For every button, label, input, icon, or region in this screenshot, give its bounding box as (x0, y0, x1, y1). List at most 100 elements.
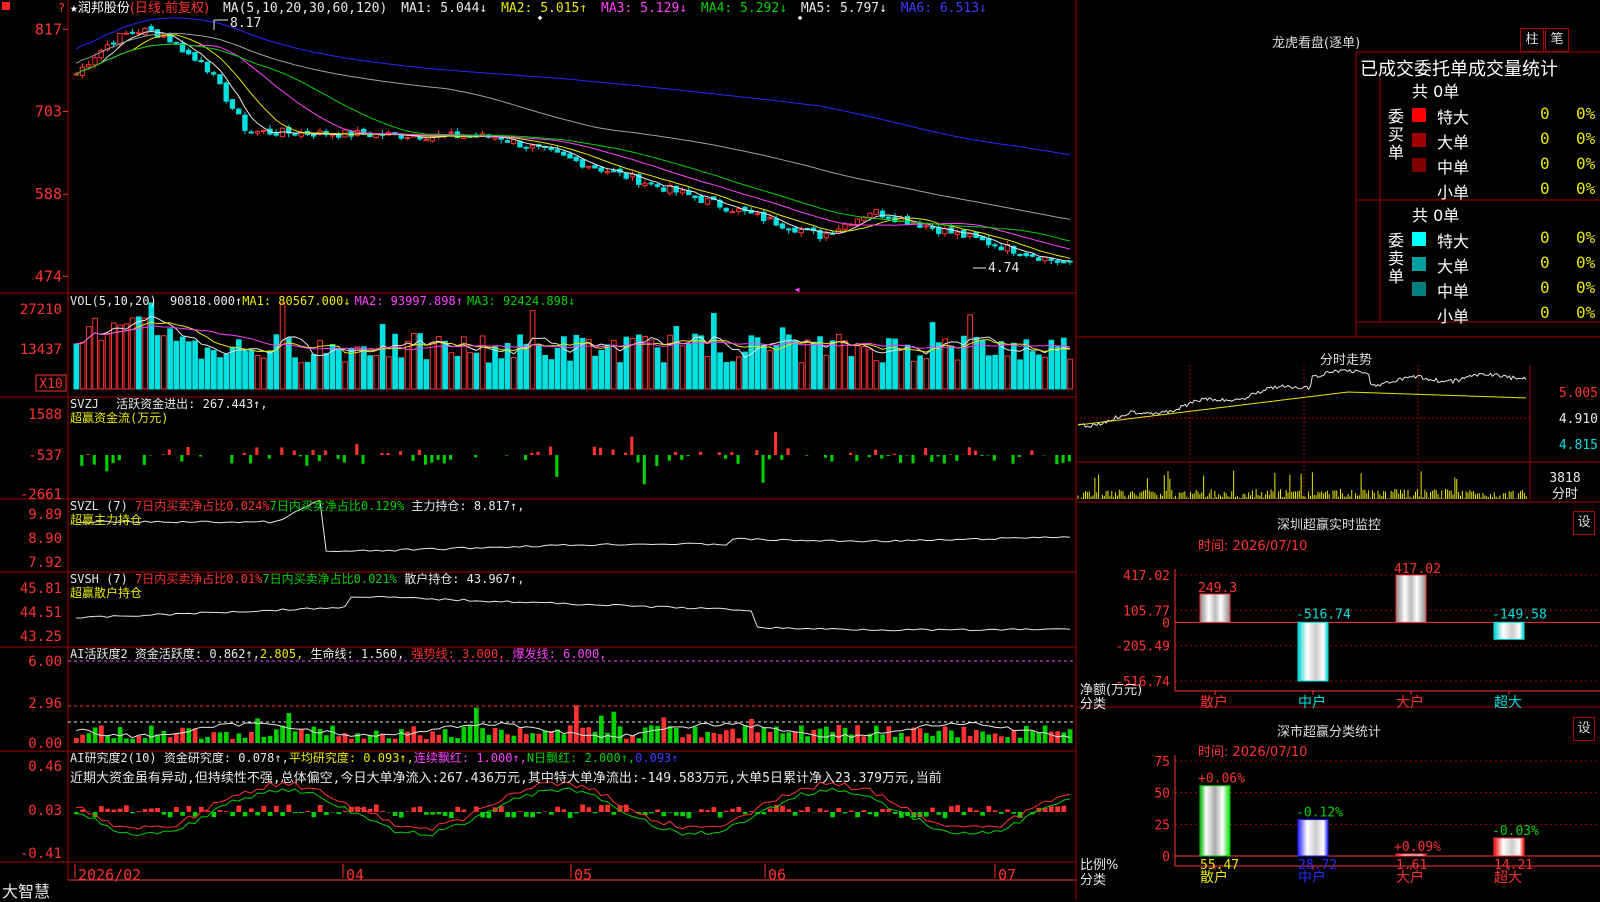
ai1-bar (968, 736, 973, 743)
svzj-bar (118, 455, 121, 460)
ai2-bar (343, 811, 348, 812)
fenshi-volume (1078, 471, 1526, 499)
ai2-bar (155, 808, 160, 812)
ai1-bar (293, 731, 298, 743)
ai2-bar (368, 809, 373, 812)
ai2-bar (512, 812, 517, 818)
ai1-bar (612, 712, 617, 743)
volume-bar (455, 356, 460, 389)
volume-bar (555, 348, 560, 389)
svzj-bar (680, 455, 683, 460)
ai1-bar (362, 739, 367, 743)
candle (405, 138, 409, 139)
ai1-bar (599, 716, 604, 743)
volume-bar (124, 324, 129, 389)
volume-bar (162, 336, 167, 389)
ai2-bar (105, 809, 110, 812)
vol-ytick-label: 13437 (20, 342, 62, 358)
volume-bar (874, 361, 879, 389)
stock-name[interactable]: 润邦股份 (78, 1, 130, 16)
svzj-bar (268, 455, 271, 459)
svzj-bars (80, 432, 1071, 484)
bar-category-label: 散户 (1200, 694, 1228, 711)
candle (724, 208, 728, 211)
volume-bar (287, 338, 292, 389)
svzj-bar (343, 455, 346, 463)
ai2-bar (162, 812, 167, 815)
svsh-ytick-label: 43.25 (20, 629, 62, 645)
candle (162, 36, 166, 37)
svzj-bar (412, 455, 415, 461)
ai1-bar (643, 727, 648, 743)
volume-bar (955, 360, 960, 389)
candle (924, 226, 928, 227)
ai1-bar (130, 739, 135, 743)
ai2-comment: 近期大资金虽有异动,但持续性不强,总体偏空,今日大单净流入:267.436万元,… (70, 771, 1075, 786)
volume-bar (524, 344, 529, 389)
sell-color-swatch (1412, 257, 1426, 271)
candle (705, 199, 709, 205)
volume-bar (618, 363, 623, 389)
ai1-label: AI活跃度2 (70, 647, 128, 661)
sz-class-title: 深市超赢分类统计 (1277, 721, 1381, 740)
kline-header: ★润邦股份(日线,前复权) MA(5,10,20,30,60,120) MA1:… (70, 1, 987, 16)
ai2-bar (587, 807, 592, 812)
volume-bar (230, 347, 235, 389)
candle (1043, 257, 1047, 261)
ai2-bar (262, 806, 267, 812)
ai1-bar (468, 725, 473, 743)
volume-bar (387, 357, 392, 389)
svzj-bar (474, 455, 477, 457)
ai2-bar (318, 805, 323, 812)
ma-params: MA(5,10,20,30,60,120) (223, 1, 387, 16)
svzl-t3: 主力持仓: 8.817↑, (411, 499, 524, 513)
ai2-bar (1005, 809, 1010, 812)
fenshi-title: 分时走势 (1320, 349, 1372, 368)
candles-group (74, 24, 1072, 265)
ai2-bar (843, 812, 848, 813)
svzj-bar (974, 451, 977, 455)
volume-bar (862, 347, 867, 389)
svzl-ytick-label: 9.89 (28, 507, 62, 523)
volume-bar (468, 353, 473, 389)
candle (462, 137, 466, 139)
candle (330, 135, 334, 136)
sz-monitor-settings-button[interactable]: 设 (1573, 511, 1595, 535)
volume-bar (449, 353, 454, 389)
ai2-bar (768, 809, 773, 812)
ai1-bar (180, 728, 185, 743)
ai1-bar (243, 738, 248, 743)
bar-散户 (1200, 594, 1230, 622)
ai2-bar (374, 804, 379, 812)
ai2-bar (730, 809, 735, 812)
volume-bar (93, 318, 98, 389)
candle (524, 147, 528, 148)
ai1-bar (168, 737, 173, 743)
ai2-bar (299, 812, 304, 813)
ai1-bar (193, 729, 198, 743)
svzj-bar (355, 444, 358, 455)
svzj-ytick-label: -2661 (20, 487, 62, 503)
ai1-bar (662, 717, 667, 743)
candle (74, 74, 78, 75)
bar-category-label: 大户 (1396, 694, 1424, 711)
bar-category-label: 超大 (1494, 695, 1522, 711)
bar-view-button[interactable]: 柱 (1520, 28, 1544, 52)
volume-bar (1005, 356, 1010, 389)
period-label[interactable]: (日线,前复权) (130, 1, 209, 16)
sz-class-settings-button[interactable]: 设 (1573, 717, 1595, 741)
candle (1030, 255, 1034, 257)
ai2-bar (987, 806, 992, 812)
svzl-ytick-label: 8.90 (28, 531, 62, 547)
svzl-t1: 7日内买卖净占比0.024% (135, 499, 270, 513)
ai1-bar (105, 736, 110, 743)
volume-bar (262, 358, 267, 389)
tick-view-button[interactable]: 笔 (1545, 28, 1569, 52)
candle (237, 109, 241, 114)
ai2-bar (393, 812, 398, 816)
ai2-bar (505, 812, 510, 817)
candle (130, 32, 134, 33)
vol-header: VOL(5,10,20) 90818.000↑MA1: 80567.000↓MA… (70, 294, 575, 309)
buy-row-count: 0 (1540, 179, 1550, 203)
ai1-bar (399, 729, 404, 743)
